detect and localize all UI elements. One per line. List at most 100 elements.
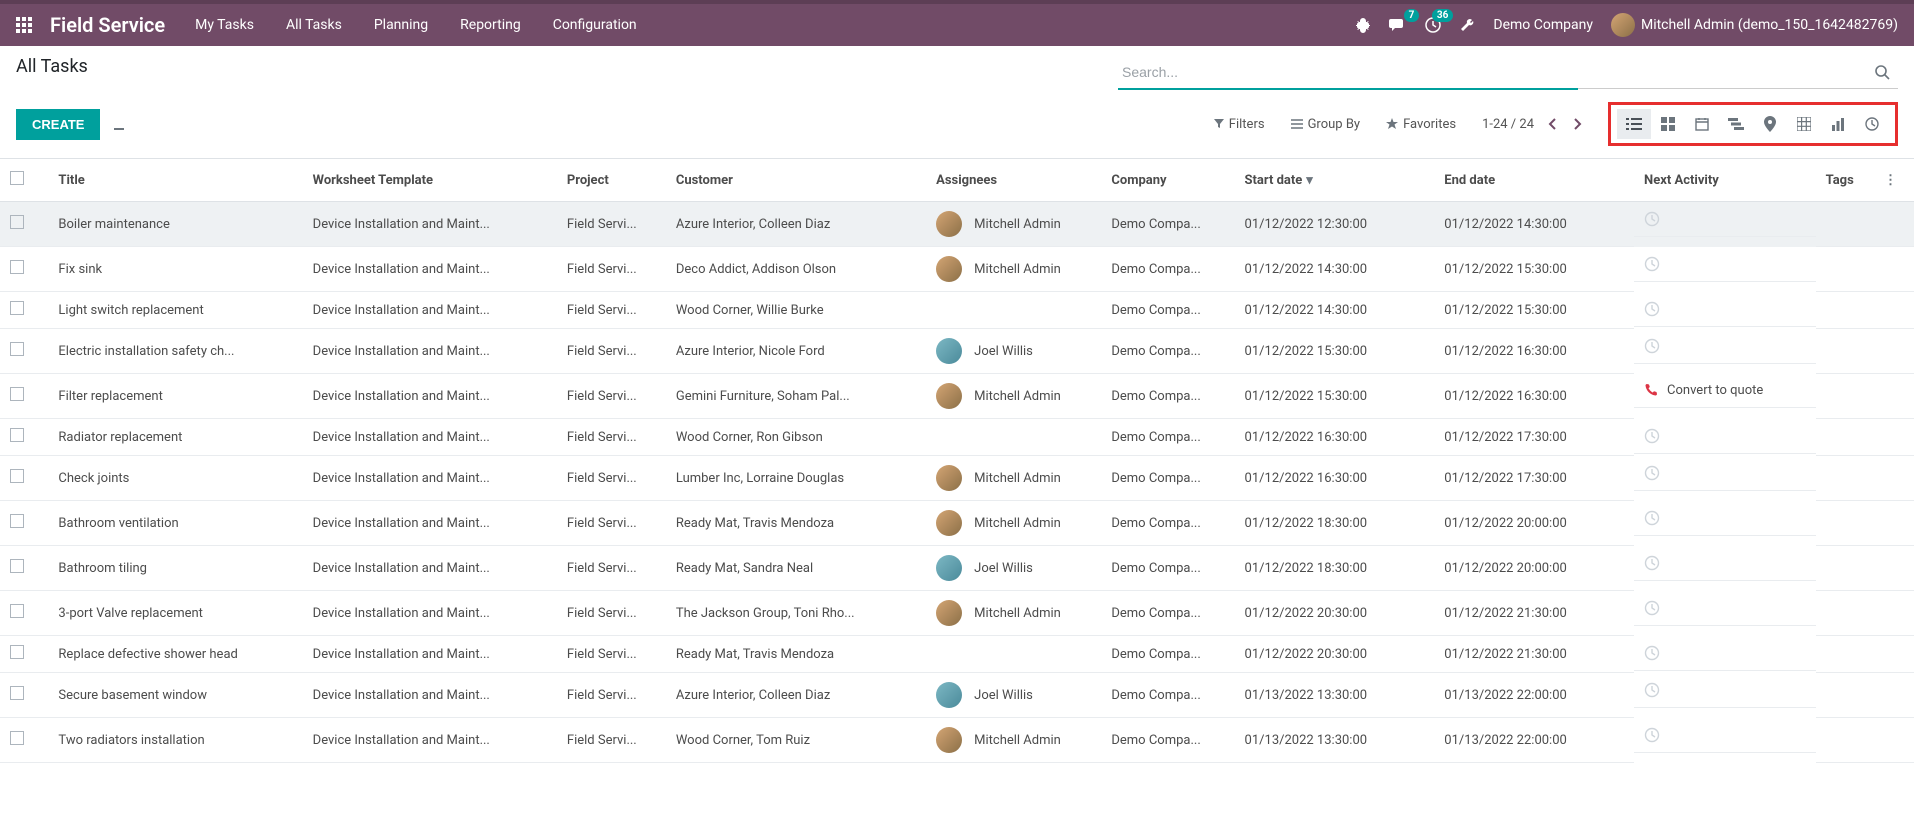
cell-customer: Wood Corner, Willie Burke [666, 292, 926, 329]
row-checkbox[interactable] [10, 686, 24, 700]
company-switcher[interactable]: Demo Company [1493, 17, 1593, 33]
table-row[interactable]: Light switch replacementDevice Installat… [0, 292, 1914, 329]
view-activity-icon[interactable] [1855, 109, 1889, 139]
apps-icon[interactable] [16, 17, 32, 33]
cell-end: 01/12/2022 20:00:00 [1434, 546, 1634, 591]
select-all-checkbox[interactable] [10, 171, 24, 185]
row-checkbox[interactable] [10, 731, 24, 745]
cell-worksheet: Device Installation and Maint... [303, 419, 557, 456]
menu-all-tasks[interactable]: All Tasks [286, 17, 342, 33]
user-menu[interactable]: Mitchell Admin (demo_150_1642482769) [1611, 13, 1898, 37]
clock-icon[interactable] [1644, 555, 1660, 571]
col-assignees[interactable]: Assignees [926, 159, 1101, 202]
col-customer[interactable]: Customer [666, 159, 926, 202]
menu-reporting[interactable]: Reporting [460, 17, 521, 33]
table-row[interactable]: Boiler maintenanceDevice Installation an… [0, 202, 1914, 247]
app-brand[interactable]: Field Service [50, 13, 165, 37]
menu-configuration[interactable]: Configuration [553, 17, 637, 33]
col-start[interactable]: Start date▾ [1235, 159, 1435, 202]
create-button[interactable]: CREATE [16, 109, 100, 140]
clock-icon[interactable] [1644, 510, 1660, 526]
clock-icon[interactable] [1644, 211, 1660, 227]
clock-icon[interactable] [1644, 338, 1660, 354]
cell-project: Field Servi... [557, 374, 666, 419]
col-end[interactable]: End date [1434, 159, 1634, 202]
groupby-button[interactable]: Group By [1291, 117, 1361, 132]
table-row[interactable]: Bathroom tilingDevice Installation and M… [0, 546, 1914, 591]
search-input[interactable] [1118, 56, 1866, 88]
row-checkbox[interactable] [10, 387, 24, 401]
col-title[interactable]: Title [48, 159, 302, 202]
pager-prev-icon[interactable] [1548, 117, 1558, 131]
row-checkbox[interactable] [10, 469, 24, 483]
view-graph-icon[interactable] [1821, 109, 1855, 139]
cell-tags [1816, 292, 1874, 329]
view-calendar-icon[interactable] [1685, 109, 1719, 139]
view-gantt-icon[interactable] [1719, 109, 1753, 139]
row-checkbox[interactable] [10, 342, 24, 356]
search-icon[interactable] [1866, 60, 1898, 84]
cell-project: Field Servi... [557, 292, 666, 329]
table-row[interactable]: Check jointsDevice Installation and Main… [0, 456, 1914, 501]
row-checkbox[interactable] [10, 645, 24, 659]
view-pivot-icon[interactable] [1787, 109, 1821, 139]
table-row[interactable]: Secure basement windowDevice Installatio… [0, 673, 1914, 718]
row-checkbox[interactable] [10, 514, 24, 528]
tools-icon[interactable] [1459, 17, 1475, 33]
col-next[interactable]: Next Activity [1634, 159, 1816, 202]
row-checkbox[interactable] [10, 604, 24, 618]
pager: 1-24 / 24 [1482, 117, 1582, 132]
cell-title: Check joints [48, 456, 302, 501]
clock-icon[interactable] [1644, 682, 1660, 698]
cell-title: Radiator replacement [48, 419, 302, 456]
row-checkbox[interactable] [10, 215, 24, 229]
clock-icon[interactable] [1644, 428, 1660, 444]
clock-icon[interactable] [1644, 301, 1660, 317]
table-row[interactable]: Two radiators installationDevice Install… [0, 718, 1914, 763]
table-row[interactable]: Electric installation safety ch...Device… [0, 329, 1914, 374]
cell-company: Demo Compa... [1101, 546, 1234, 591]
phone-icon[interactable] [1644, 383, 1659, 398]
col-options-icon[interactable]: ⋮ [1874, 159, 1914, 202]
menu-my-tasks[interactable]: My Tasks [195, 17, 254, 33]
table-row[interactable]: Fix sinkDevice Installation and Maint...… [0, 247, 1914, 292]
view-kanban-icon[interactable] [1651, 109, 1685, 139]
clock-icon[interactable] [1644, 600, 1660, 616]
top-navbar: Field Service My Tasks All Tasks Plannin… [0, 0, 1914, 46]
cell-worksheet: Device Installation and Maint... [303, 247, 557, 292]
clock-icon[interactable] [1644, 256, 1660, 272]
activities-icon[interactable]: 36 [1425, 17, 1441, 33]
pager-next-icon[interactable] [1572, 117, 1582, 131]
download-icon[interactable] [112, 117, 126, 131]
filters-button[interactable]: Filters [1214, 117, 1265, 132]
clock-icon[interactable] [1644, 727, 1660, 743]
row-checkbox[interactable] [10, 301, 24, 315]
table-row[interactable]: 3-port Valve replacementDevice Installat… [0, 591, 1914, 636]
col-project[interactable]: Project [557, 159, 666, 202]
assignee-avatar-icon [936, 600, 962, 626]
table-row[interactable]: Replace defective shower headDevice Inst… [0, 636, 1914, 673]
clock-icon[interactable] [1644, 645, 1660, 661]
table-row[interactable]: Bathroom ventilationDevice Installation … [0, 501, 1914, 546]
row-checkbox[interactable] [10, 428, 24, 442]
cell-customer: Ready Mat, Travis Mendoza [666, 501, 926, 546]
pager-text[interactable]: 1-24 / 24 [1482, 117, 1534, 132]
cell-customer: The Jackson Group, Toni Rho... [666, 591, 926, 636]
view-map-icon[interactable] [1753, 109, 1787, 139]
col-worksheet[interactable]: Worksheet Template [303, 159, 557, 202]
col-company[interactable]: Company [1101, 159, 1234, 202]
view-list-icon[interactable] [1617, 109, 1651, 139]
main-menu: My Tasks All Tasks Planning Reporting Co… [195, 17, 637, 33]
table-row[interactable]: Filter replacementDevice Installation an… [0, 374, 1914, 419]
row-checkbox[interactable] [10, 260, 24, 274]
col-tags[interactable]: Tags [1816, 159, 1874, 202]
favorites-button[interactable]: Favorites [1386, 117, 1456, 132]
bug-icon[interactable] [1355, 17, 1371, 33]
menu-planning[interactable]: Planning [374, 17, 428, 33]
clock-icon[interactable] [1644, 465, 1660, 481]
row-checkbox[interactable] [10, 559, 24, 573]
messages-icon[interactable]: 7 [1389, 17, 1407, 33]
cell-customer: Deco Addict, Addison Olson [666, 247, 926, 292]
cell-tags [1816, 501, 1874, 546]
table-row[interactable]: Radiator replacementDevice Installation … [0, 419, 1914, 456]
